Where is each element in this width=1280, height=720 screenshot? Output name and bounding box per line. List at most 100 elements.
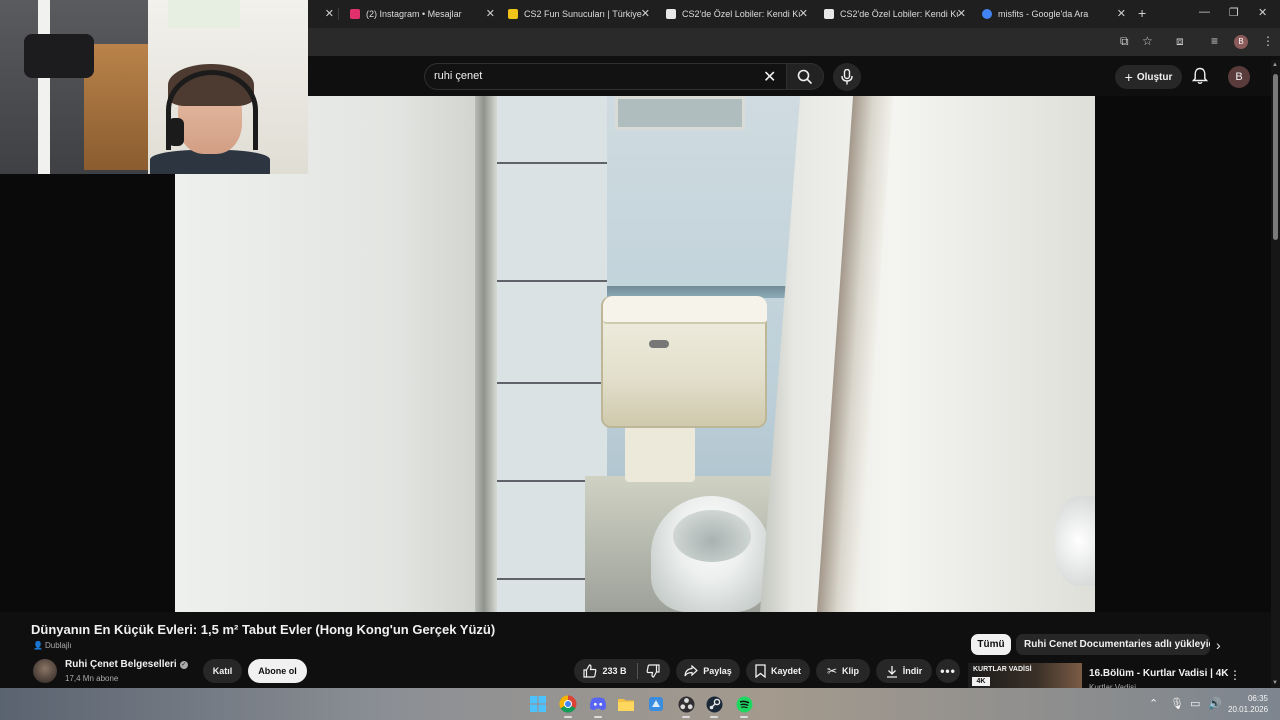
voice-search-button[interactable] [833,63,861,91]
like-button[interactable]: 233 B [574,659,636,683]
dislike-button[interactable] [638,659,668,683]
discord-icon[interactable] [586,692,610,718]
dubbed-badge: 👤 Dublajlı [33,640,72,651]
create-label: Oluştur [1136,71,1173,83]
chrome-icon[interactable] [556,692,580,718]
webcam-poster [168,0,240,28]
notifications-bell-icon[interactable] [1192,67,1208,85]
like-count: 233 B [602,666,627,676]
download-button[interactable]: İndir [876,659,932,683]
save-label: Kaydet [770,666,801,676]
chevron-right-icon[interactable]: › [1216,637,1221,653]
channel-name-link[interactable]: Ruhi Çenet Belgeselleri ✓ [65,659,188,670]
minimize-icon[interactable]: — [1199,6,1210,18]
volume-icon[interactable]: 🔊 [1208,697,1222,710]
browser-profile-avatar[interactable]: B [1234,35,1248,49]
scroll-down-arrow-icon[interactable]: ▼ [1272,680,1278,686]
close-icon[interactable]: ✕ [1117,7,1126,20]
windows-taskbar [0,688,1280,720]
clear-search-icon[interactable]: ✕ [763,67,776,87]
tab-title: CS2'de Özel Lobiler: Kendi Kura [682,9,800,19]
recommended-video-title[interactable]: 16.Bölüm - Kurtlar Vadisi | 4K [1089,668,1229,679]
video-frame[interactable] [175,96,1095,612]
close-icon[interactable]: ✕ [325,7,334,20]
taskbar-clock[interactable]: 06:35 20.01.2026 [1228,693,1268,715]
webcam-pole [38,0,50,174]
plus-icon: + [1124,69,1133,85]
channel-name[interactable]: Ruhi Çenet Belgeselleri [65,659,177,670]
close-icon[interactable]: ✕ [486,7,495,20]
close-icon[interactable]: ✕ [799,7,808,20]
microphone-tray-icon[interactable]: 🎙 [1170,697,1184,710]
create-button[interactable]: + Oluştur [1115,65,1182,89]
search-icon [797,69,813,85]
webcam-overlay [0,0,308,174]
more-horizontal-icon: ••• [940,664,956,678]
video-title: Dünyanın En Küçük Evleri: 1,5 m² Tabut E… [31,622,496,637]
chip-all[interactable]: Tümü [971,634,1011,655]
webcam-headset-earcup [168,118,184,146]
google-icon [982,9,992,19]
clip-label: Klip [842,666,860,676]
instagram-icon [350,9,360,19]
app-icon[interactable] [644,692,668,716]
browser-tab-cs2-fun[interactable]: CS2 Fun Sunucuları | Türkiye ✕ [508,4,650,24]
clock-date: 20.01.2026 [1228,705,1269,714]
close-icon[interactable]: ✕ [641,7,650,20]
browser-tab-cs2-lobby-1[interactable]: CS2'de Özel Lobiler: Kendi Kura ✕ [666,4,808,24]
window-close-icon[interactable]: ✕ [1258,6,1267,19]
share-button[interactable]: Paylaş [676,659,740,683]
search-query-text[interactable]: ruhi çenet [434,70,482,82]
search-button[interactable] [786,63,824,90]
channel-avatar[interactable] [33,659,57,683]
scrollbar-thumb[interactable] [1273,74,1278,240]
download-label: İndir [902,666,923,676]
browser-tab-cs2-lobby-2[interactable]: CS2'de Özel Lobiler: Kendi Kura ✕ [824,4,966,24]
display-tray-icon[interactable]: ▭ [1190,697,1200,710]
tab-title: CS2'de Özel Lobiler: Kendi Kura [840,9,958,19]
video-scene-pipes [625,426,695,482]
show-hidden-icons-chevron-icon[interactable]: ⌃ [1149,697,1158,710]
video-scene-open-door [760,96,1095,612]
account-avatar[interactable]: B [1228,66,1250,88]
save-button[interactable]: Kaydet [746,659,810,683]
more-actions-button[interactable]: ••• [936,659,960,683]
tab-title: CS2 Fun Sunucuları | Türkiye [524,9,642,19]
install-app-icon[interactable]: ⧉ [1120,34,1129,49]
subscribe-button[interactable]: Abone ol [248,659,307,683]
tab-title: misfits - Google'da Ara [998,9,1089,19]
restore-icon[interactable]: ❐ [1229,6,1239,19]
bookmark-icon [755,664,766,678]
clip-button[interactable]: ✂ Klip [816,659,870,683]
scroll-up-arrow-icon[interactable]: ▲ [1272,62,1278,68]
new-tab-button[interactable]: + [1138,5,1146,21]
share-arrow-icon [684,665,699,677]
windows-start-icon[interactable] [526,692,550,716]
close-icon[interactable]: ✕ [957,7,966,20]
browser-tab-google[interactable]: misfits - Google'da Ara ✕ [982,4,1126,24]
obs-icon[interactable] [674,692,698,718]
bookmark-icon [508,9,518,19]
extensions-icon[interactable]: ⧈ [1176,34,1184,49]
chip-uploader[interactable]: Ruhi Cenet Documentaries adlı yükleyicid… [1016,634,1210,655]
verified-check-icon: ✓ [179,661,188,669]
spotify-icon[interactable] [732,692,756,718]
video-scene-door-edge [475,96,497,612]
subscriber-count: 17,4 Mn abone [65,674,119,683]
browser-tab-0[interactable]: ✕ [308,4,334,24]
video-scene-mirror [615,96,745,130]
join-button[interactable]: Katıl [203,659,242,683]
share-label: Paylaş [703,666,732,676]
dubbed-label: Dublajlı [44,641,72,650]
browser-menu-icon[interactable]: ⋮ [1262,34,1274,48]
video-scene-flush-lever [649,340,669,348]
page-scrollbar[interactable] [1271,60,1280,688]
bookmark-star-icon[interactable]: ☆ [1142,34,1153,48]
file-explorer-icon[interactable] [614,692,638,716]
media-control-icon[interactable]: ≡ [1211,34,1218,48]
scissors-icon: ✂ [826,664,838,678]
steam-icon[interactable] [702,692,726,718]
thumbnail-text: KURTLAR VADİSİ [973,666,1032,673]
more-vertical-icon[interactable]: ⋮ [1229,668,1241,682]
browser-tab-instagram[interactable]: (2) Instagram • Mesajlar ✕ [350,4,495,24]
